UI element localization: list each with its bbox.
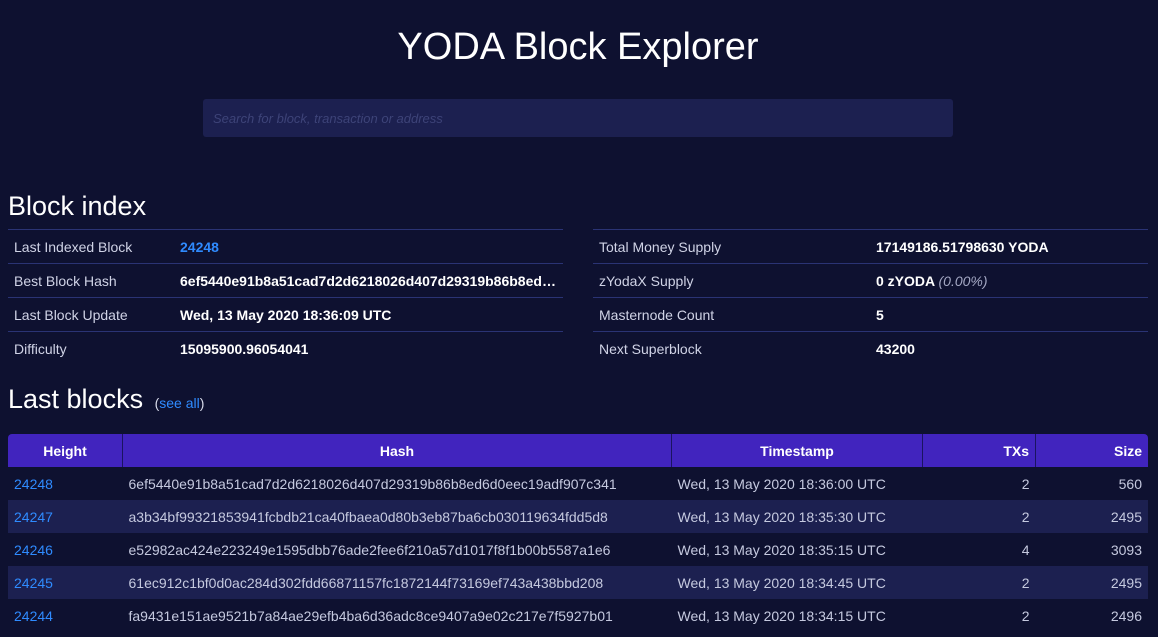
- block-height-link[interactable]: 24247: [14, 509, 53, 525]
- last-blocks-title-text: Last blocks: [8, 384, 144, 414]
- see-all-wrap: (see all): [155, 395, 205, 411]
- stat-row-best-block-hash: Best Block Hash 6ef5440e91b8a51cad7d2d62…: [8, 263, 563, 298]
- stat-row-total-money-supply: Total Money Supply 17149186.51798630 YOD…: [593, 229, 1148, 264]
- stat-label: Next Superblock: [599, 340, 702, 357]
- best-block-hash-value: 6ef5440e91b8a51cad7d2d6218026d407d29319b…: [180, 272, 563, 289]
- block-timestamp-cell: Wed, 13 May 2020 18:36:00 UTC: [677, 475, 886, 492]
- zyodax-supply-value: 0 zYODA (0.00%): [870, 264, 1148, 298]
- stat-label: Best Block Hash: [14, 272, 117, 289]
- block-height-link[interactable]: 24248: [14, 476, 53, 492]
- table-row: 24245 61ec912c1bf0d0ac284d302fdd66871157…: [8, 566, 1148, 599]
- block-height-link[interactable]: 24244: [14, 608, 53, 624]
- search-input[interactable]: [203, 99, 953, 137]
- stat-label: Total Money Supply: [599, 238, 722, 255]
- block-size-cell: 3093: [1110, 541, 1142, 558]
- zyodax-supply-amount: 0 zYODA: [876, 272, 935, 289]
- block-size-cell: 2495: [1035, 566, 1148, 599]
- block-index-right-table: Total Money Supply 17149186.51798630 YOD…: [593, 229, 1148, 366]
- last-indexed-block-link[interactable]: 24248: [180, 239, 219, 255]
- table-row: 24247 a3b34bf99321853941fcbdb21ca40fbaea…: [8, 500, 1148, 533]
- block-height-cell: 24248: [8, 467, 123, 500]
- block-txs-cell: 2: [922, 566, 1036, 599]
- block-size-cell: 560: [1118, 475, 1142, 492]
- column-header-timestamp[interactable]: Timestamp: [671, 434, 923, 467]
- stat-row-next-superblock: Next Superblock 43200: [593, 331, 1148, 366]
- stat-row-masternode-count: Masternode Count 5: [593, 297, 1148, 332]
- block-txs-cell: 2: [1021, 475, 1030, 492]
- stat-row-difficulty: Difficulty 15095900.96054041: [8, 331, 563, 366]
- last-blocks-title: Last blocks (see all): [8, 384, 204, 418]
- masternode-count-value: 5: [876, 306, 884, 323]
- stat-label: zYodaX Supply: [599, 272, 694, 289]
- column-header-size[interactable]: Size: [1035, 434, 1148, 467]
- block-index-left-table: Last Indexed Block 24248 Best Block Hash…: [8, 229, 563, 366]
- column-header-hash[interactable]: Hash: [122, 434, 672, 467]
- stat-label: Last Indexed Block: [14, 238, 133, 255]
- block-timestamp-cell: Wed, 13 May 2020 18:34:45 UTC: [671, 566, 923, 599]
- block-timestamp-cell: Wed, 13 May 2020 18:35:15 UTC: [677, 541, 886, 558]
- stat-row-last-indexed-block: Last Indexed Block 24248: [8, 229, 563, 264]
- site-title: YODA Block Explorer: [397, 26, 759, 68]
- block-txs-cell: 2: [1021, 607, 1030, 624]
- block-txs-cell: 4: [1021, 541, 1030, 558]
- block-height-cell: 24246: [8, 533, 123, 566]
- stat-label: Last Block Update: [14, 306, 128, 323]
- column-header-txs[interactable]: TXs: [922, 434, 1036, 467]
- block-hash-cell: e52982ac424e223249e1595dbb76ade2fee6f210…: [128, 541, 611, 558]
- block-timestamp-cell: Wed, 13 May 2020 18:35:30 UTC: [671, 500, 923, 533]
- search-bar: [203, 99, 953, 137]
- stat-row-last-block-update: Last Block Update Wed, 13 May 2020 18:36…: [8, 297, 563, 332]
- total-money-supply-value: 17149186.51798630 YODA: [876, 238, 1049, 255]
- see-all-close-paren: ): [199, 395, 205, 411]
- column-header-height[interactable]: Height: [8, 434, 123, 467]
- next-superblock-value: 43200: [876, 340, 915, 357]
- page: YODA Block Explorer Block index Last Ind…: [0, 0, 1158, 637]
- stat-label: Difficulty: [14, 340, 67, 357]
- table-header-row: Height Hash Timestamp TXs Size: [8, 434, 1148, 467]
- block-size-cell: 2496: [1110, 607, 1142, 624]
- block-hash-cell: 61ec912c1bf0d0ac284d302fdd66871157fc1872…: [122, 566, 672, 599]
- block-hash-cell: 6ef5440e91b8a51cad7d2d6218026d407d29319b…: [128, 475, 617, 492]
- stat-label: Masternode Count: [599, 306, 715, 323]
- block-height-cell: 24247: [8, 500, 123, 533]
- stat-value: 24248: [174, 230, 563, 264]
- block-hash-cell: a3b34bf99321853941fcbdb21ca40fbaea0d80b3…: [122, 500, 672, 533]
- block-hash-cell: fa9431e151ae9521b7a84ae29efb4ba6d36adc8c…: [128, 607, 613, 624]
- stat-row-zyodax-supply: zYodaX Supply 0 zYODA (0.00%): [593, 263, 1148, 298]
- table-row: 24244 fa9431e151ae9521b7a84ae29efb4ba6d3…: [8, 599, 1148, 632]
- block-index-title: Block index: [8, 191, 147, 221]
- table-row: 24248 6ef5440e91b8a51cad7d2d6218026d407d…: [8, 467, 1148, 500]
- block-height-cell: 24245: [8, 566, 123, 599]
- block-height-link[interactable]: 24245: [14, 575, 53, 591]
- block-height-cell: 24244: [8, 599, 123, 632]
- block-size-cell: 2495: [1035, 500, 1148, 533]
- block-txs-cell: 2: [922, 500, 1036, 533]
- block-height-link[interactable]: 24246: [14, 542, 53, 558]
- last-blocks-table: Height Hash Timestamp TXs Size 24248 6ef…: [8, 434, 1148, 632]
- block-timestamp-cell: Wed, 13 May 2020 18:34:15 UTC: [677, 607, 886, 624]
- see-all-link[interactable]: see all: [159, 395, 199, 411]
- zyodax-supply-percent: (0.00%): [938, 272, 988, 289]
- last-block-update-value: Wed, 13 May 2020 18:36:09 UTC: [180, 306, 392, 323]
- difficulty-value: 15095900.96054041: [180, 340, 309, 357]
- table-row: 24246 e52982ac424e223249e1595dbb76ade2fe…: [8, 533, 1148, 566]
